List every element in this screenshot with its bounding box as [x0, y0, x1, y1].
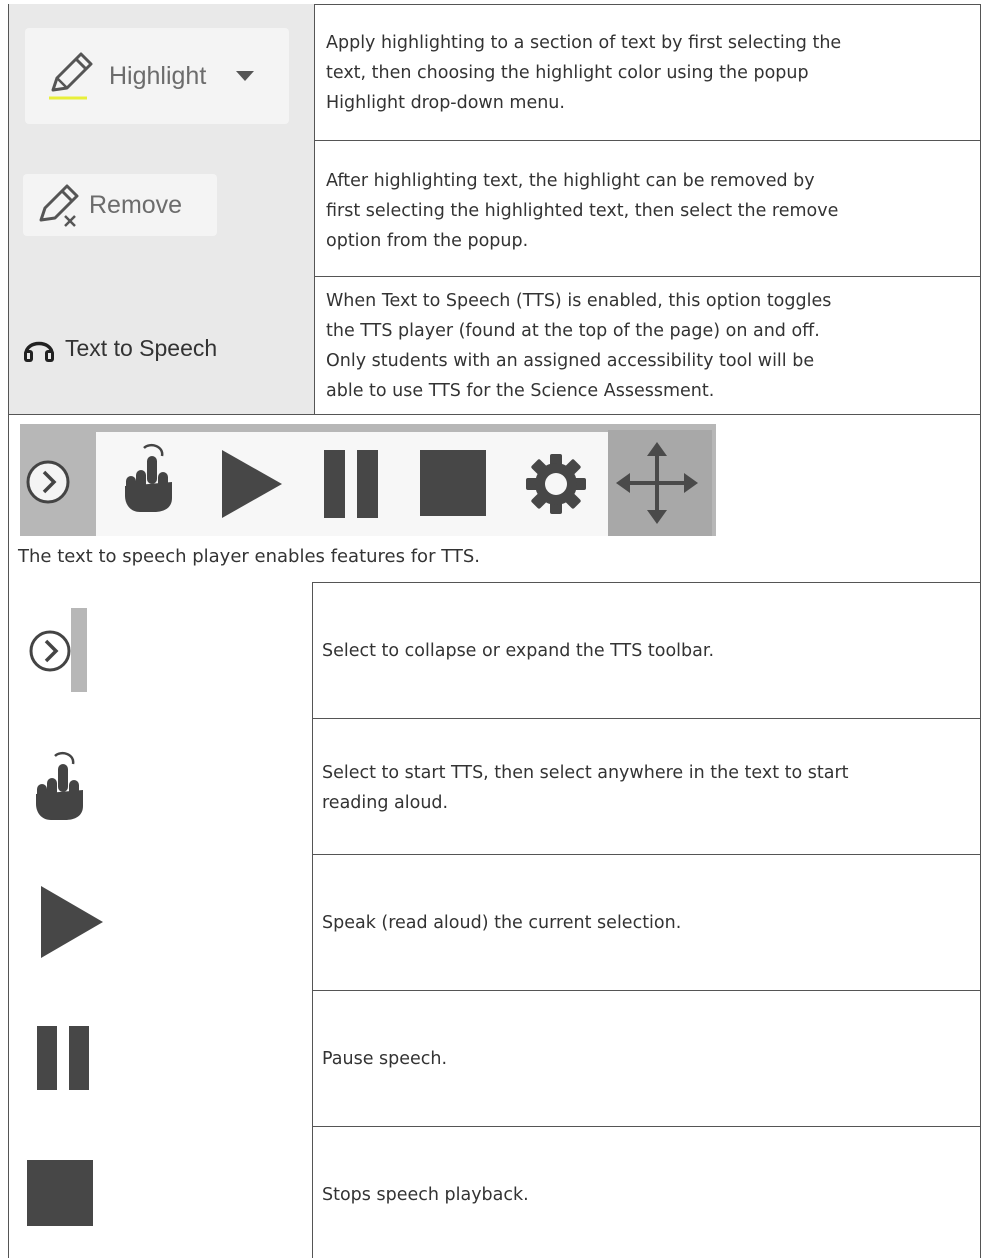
text-line: Select to collapse or expand the TTS too…: [322, 641, 715, 661]
feature-row-text-to-speech: Text to Speech When Text to Speech (TTS)…: [8, 276, 981, 414]
highlight-button[interactable]: Highlight: [25, 28, 289, 124]
text-line: Select to start TTS, then select anywher…: [322, 763, 849, 783]
control-row-stop: Stops speech playback.: [8, 1126, 981, 1258]
feature-row-highlight: Highlight Apply highlighting to a sectio…: [8, 4, 981, 140]
text-line: text, then choosing the highlight color …: [326, 63, 809, 83]
text-line: Only students with an assigned accessibi…: [326, 351, 815, 371]
pause-description: Pause speech.: [322, 1044, 940, 1074]
headphones-icon: [24, 341, 54, 362]
text-line: Pause speech.: [322, 1049, 448, 1069]
pause-icon[interactable]: [324, 450, 380, 518]
text-line: Apply highlighting to a section of text …: [326, 33, 842, 53]
control-row-pause: Pause speech.: [8, 990, 981, 1126]
pencil-highlight-icon: [49, 52, 93, 100]
text-line: first selecting the highlighted text, th…: [326, 201, 839, 221]
feature-row-remove: Remove After highlighting text, the high…: [8, 140, 981, 276]
text-to-speech-description: When Text to Speech (TTS) is enabled, th…: [326, 286, 940, 406]
text-line: When Text to Speech (TTS) is enabled, th…: [326, 291, 832, 311]
chevron-down-icon: [236, 71, 255, 81]
feature-icon-cell: Remove: [9, 140, 315, 276]
collapse-icon: [29, 630, 71, 672]
collapse-icon[interactable]: [24, 458, 72, 506]
text-line: able to use TTS for the Science Assessme…: [326, 381, 715, 401]
remove-button[interactable]: Remove: [23, 174, 217, 236]
highlight-description: Apply highlighting to a section of text …: [326, 28, 940, 118]
pause-icon: [37, 1026, 89, 1090]
text-line: Speak (read aloud) the current selection…: [322, 913, 682, 933]
control-icon-cell: [9, 854, 313, 990]
text-line: option from the popup.: [326, 231, 529, 251]
control-icon-cell: [9, 1126, 313, 1258]
control-row-collapse: Select to collapse or expand the TTS too…: [8, 582, 981, 718]
player-caption: The text to speech player enables featur…: [18, 546, 481, 567]
control-icon-cell: [9, 990, 313, 1126]
control-icon-cell: [9, 582, 313, 718]
feature-icon-cell: Text to Speech: [9, 276, 315, 414]
play-icon: [41, 886, 103, 958]
feature-icon-cell: Highlight: [9, 4, 315, 140]
pencil-remove-icon: [39, 184, 79, 227]
collapse-strip: [71, 608, 87, 692]
control-row-play: Speak (read aloud) the current selection…: [8, 854, 981, 990]
remove-description: After highlighting text, the highlight c…: [326, 166, 940, 256]
stop-description: Stops speech playback.: [322, 1180, 940, 1210]
stop-icon: [27, 1160, 93, 1226]
text-to-speech-button[interactable]: Text to Speech: [21, 328, 261, 368]
text-line: After highlighting text, the highlight c…: [326, 171, 815, 191]
pointer-hand-icon: [36, 752, 83, 820]
text-to-speech-label: Text to Speech: [65, 334, 218, 361]
stop-icon[interactable]: [420, 450, 488, 518]
text-line: the TTS player (found at the top of the …: [326, 321, 820, 341]
play-description: Speak (read aloud) the current selection…: [322, 908, 940, 938]
play-icon[interactable]: [220, 448, 284, 520]
control-icon-cell: [9, 718, 313, 854]
pointer-hand-icon[interactable]: [120, 442, 180, 514]
collapse-description: Select to collapse or expand the TTS too…: [322, 636, 940, 666]
start-tts-description: Select to start TTS, then select anywher…: [322, 758, 940, 818]
text-line: Highlight drop-down menu.: [326, 93, 565, 113]
text-line: reading aloud.: [322, 793, 449, 813]
highlight-label: Highlight: [109, 61, 207, 90]
move-arrows-icon[interactable]: [614, 440, 700, 526]
settings-gear-icon[interactable]: [522, 450, 590, 518]
text-line: Stops speech playback.: [322, 1185, 529, 1205]
control-row-start-tts: Select to start TTS, then select anywher…: [8, 718, 981, 854]
remove-label: Remove: [89, 190, 183, 219]
